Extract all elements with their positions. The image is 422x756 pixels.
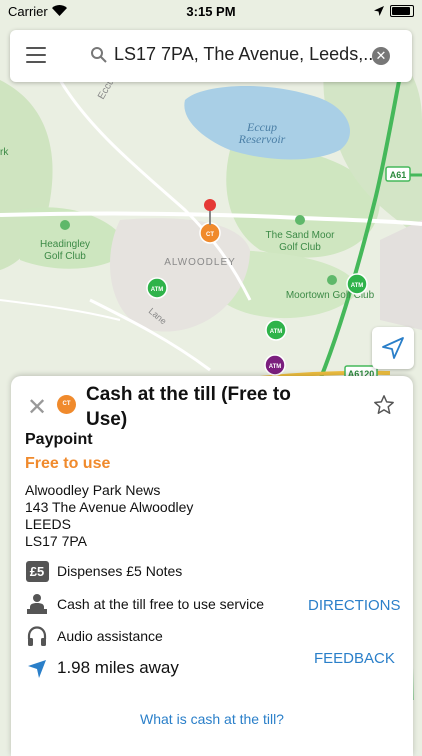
headphones-icon (25, 624, 49, 648)
cash-at-till-badge-icon: CT (57, 395, 76, 414)
favorite-star-icon[interactable] (373, 394, 395, 416)
feature-text: Audio assistance (57, 628, 163, 644)
close-icon[interactable]: ✕ (27, 396, 47, 420)
address-line: 143 The Avenue Alwoodley (25, 499, 194, 515)
atm-marker[interactable]: ATM (346, 273, 368, 295)
golf-icon (327, 275, 337, 285)
map-label-golf: The Sand Moor (266, 230, 336, 241)
map-label-lake: Reservoir (238, 132, 286, 146)
search-bar[interactable]: LS17 7PA, The Avenue, Leeds,... ✕ (10, 30, 412, 82)
location-arrow-icon (374, 6, 384, 16)
golf-icon (60, 220, 70, 230)
address-line: LEEDS (25, 516, 71, 532)
svg-text:ATM: ATM (151, 287, 164, 293)
wifi-icon (52, 5, 67, 16)
direction-arrow-icon (25, 656, 49, 680)
cash-at-till-marker[interactable]: CT (199, 222, 221, 244)
map-label-golf: Headingley (40, 239, 90, 250)
svg-text:CT: CT (206, 232, 214, 238)
location-title: Cash at the till (Free to Use) (86, 384, 291, 430)
atm-marker[interactable]: ATM (146, 277, 168, 299)
distance-text: 1.98 miles away (57, 658, 179, 677)
fee-label: Free to use (25, 455, 111, 472)
golf-icon (295, 215, 305, 225)
atm-marker[interactable]: ATM (265, 319, 287, 341)
feature-text: Cash at the till free to use service (57, 596, 264, 612)
feature-audio: Audio assistance (25, 624, 163, 648)
battery-icon (390, 5, 414, 17)
map-label-area: ALWOODLEY (164, 257, 236, 268)
map-label-a61: A61 (390, 170, 407, 180)
address: Alwoodley Park News 143 The Avenue Alwoo… (25, 482, 193, 550)
navigation-arrow-icon (382, 337, 404, 359)
feature-service: Cash at the till free to use service (25, 592, 264, 616)
atm-marker[interactable]: ATM (264, 354, 286, 376)
map-label-edge: rk (0, 147, 9, 158)
faq-link[interactable]: What is cash at the till? (11, 711, 413, 727)
location-detail-card: ✕ CT Cash at the till (Free to Use) Payp… (11, 376, 413, 756)
menu-icon[interactable] (26, 47, 46, 65)
address-line: Alwoodley Park News (25, 482, 161, 498)
svg-text:ATM: ATM (351, 283, 364, 289)
svg-text:ATM: ATM (270, 329, 283, 335)
location-type: Paypoint (25, 431, 93, 448)
feedback-button[interactable]: FEEDBACK (314, 650, 395, 667)
feature-distance: 1.98 miles away (25, 656, 179, 680)
clear-search-icon[interactable]: ✕ (372, 47, 390, 65)
cashier-icon (25, 592, 49, 616)
map-label-golf: Golf Club (44, 251, 86, 262)
feature-text: Dispenses £5 Notes (57, 563, 183, 579)
directions-button[interactable]: DIRECTIONS (308, 597, 401, 614)
svg-text:ATM: ATM (269, 364, 282, 370)
locate-me-button[interactable] (372, 327, 414, 369)
search-icon (91, 47, 107, 63)
five-pound-note-icon: £5 (25, 559, 49, 583)
map-label-golf: Golf Club (279, 242, 321, 253)
address-line: LS17 7PA (25, 533, 88, 549)
search-input[interactable]: LS17 7PA, The Avenue, Leeds,... (114, 44, 374, 65)
feature-notes: £5 Dispenses £5 Notes (25, 559, 182, 583)
